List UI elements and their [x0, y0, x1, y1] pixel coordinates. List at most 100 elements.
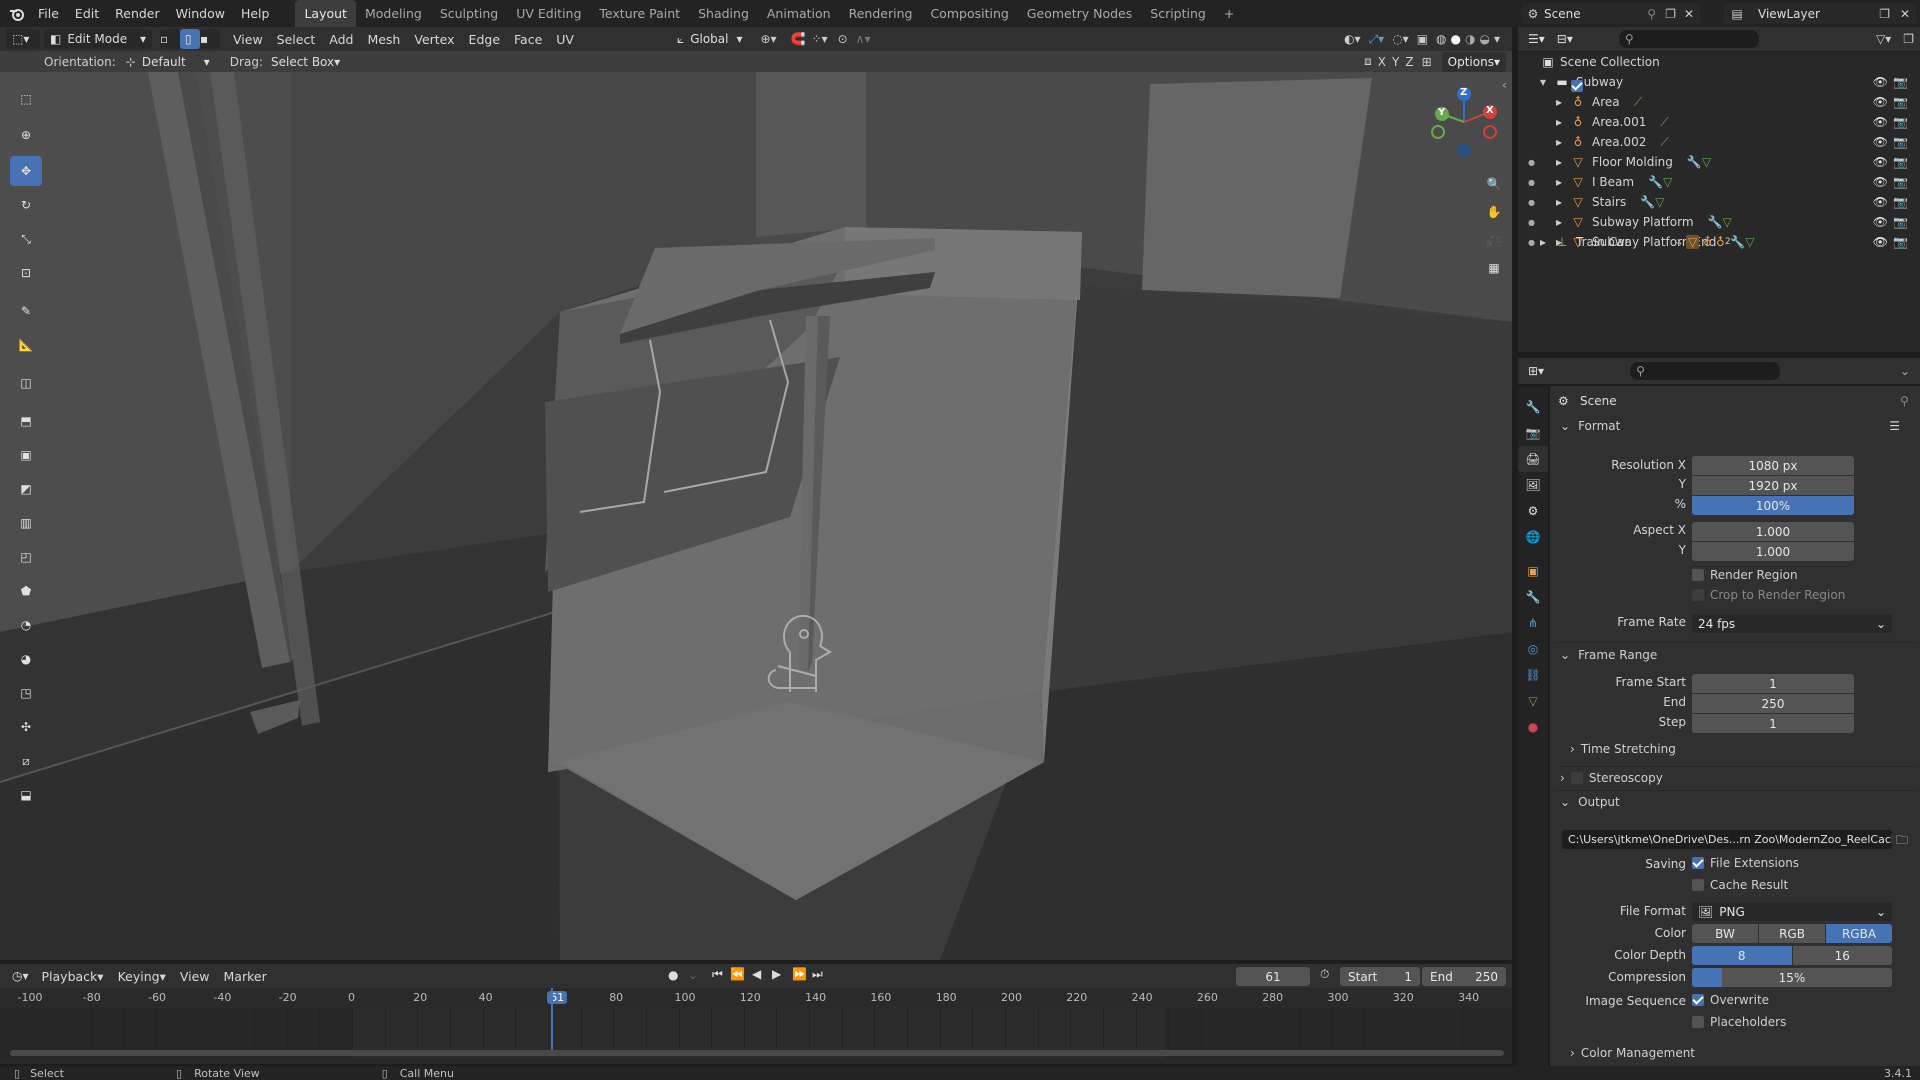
mirror-z[interactable]: Z — [1405, 55, 1413, 69]
jump-end-icon[interactable]: ⏭ — [812, 967, 823, 982]
physics-tab-icon[interactable]: ◎ — [1518, 636, 1548, 662]
scrollbar[interactable] — [10, 1050, 1504, 1056]
blender-logo-icon[interactable] — [4, 6, 30, 22]
falloff-icon[interactable]: ∧▾ — [856, 32, 871, 46]
menu-select[interactable]: Select — [270, 32, 323, 47]
next-keyframe-icon[interactable]: ⏩ — [792, 967, 807, 981]
cache-result-checkbox[interactable]: Cache Result — [1692, 878, 1788, 892]
navigation-gizmo[interactable]: Z X Y — [1428, 86, 1500, 158]
scene-tab-icon[interactable]: ⚙ — [1518, 498, 1548, 524]
expand-arrow-icon[interactable]: ▸ — [1556, 215, 1570, 229]
eye-icon[interactable]: 👁 — [1873, 215, 1888, 229]
mirror-y[interactable]: Y — [1392, 55, 1399, 69]
render-camera-icon[interactable]: 📷 — [1893, 195, 1908, 209]
output-panel-header[interactable]: ⌄ Output — [1556, 790, 1916, 812]
color-rgb-button[interactable]: RGB — [1759, 924, 1825, 943]
eye-icon[interactable]: 👁 — [1873, 75, 1888, 89]
mode-dropdown[interactable]: ◧ Edit Mode ▾ — [44, 29, 152, 49]
rip-tool[interactable]: ⬓ — [10, 780, 42, 810]
perspective-grid-icon[interactable]: ▦ — [1478, 254, 1510, 282]
transform-tool[interactable]: ⊡ — [10, 258, 42, 288]
menu-uv[interactable]: UV — [549, 32, 581, 47]
shear-tool[interactable]: ⧄ — [10, 746, 42, 776]
format-panel-header[interactable]: ⌄ Format ☰ — [1556, 414, 1916, 438]
tab-texture-paint[interactable]: Texture Paint — [590, 0, 689, 27]
select-mode-vertex[interactable]: ▫ — [160, 29, 180, 49]
menu-edge[interactable]: Edge — [462, 32, 507, 47]
add-cube-tool[interactable]: ◫ — [10, 368, 42, 398]
resolution-x-field[interactable]: 1080 px — [1692, 456, 1854, 475]
expand-arrow-icon[interactable]: ▸ — [1556, 155, 1570, 169]
expand-arrow-icon[interactable]: ▾ — [1540, 75, 1554, 89]
frame-rate-dropdown[interactable]: 24 fps ⌄ — [1692, 614, 1892, 633]
placeholders-checkbox[interactable]: Placeholders — [1692, 1015, 1786, 1029]
select-box-tool[interactable]: ⬚ — [10, 84, 42, 114]
stereoscopy-checkbox[interactable] — [1570, 772, 1583, 784]
record-icon[interactable]: ● — [668, 968, 678, 982]
menu-mesh[interactable]: Mesh — [360, 32, 407, 47]
proportional-edit-icon[interactable]: ⊙ — [838, 32, 848, 46]
shading-wireframe-icon[interactable]: ◍ — [1436, 32, 1446, 46]
new-scene-icon[interactable]: ❐ — [1665, 7, 1676, 21]
extrude-tool[interactable]: ⬒ — [10, 406, 42, 436]
shrink-fatten-tool[interactable]: ✣ — [10, 712, 42, 742]
select-mode-edge[interactable]: ▯ — [180, 29, 200, 49]
menu-marker[interactable]: Marker — [217, 969, 274, 984]
snap-icon[interactable]: 🧲 — [791, 32, 806, 46]
stereoscopy-panel-header[interactable]: › Stereoscopy — [1560, 766, 1916, 785]
mirror-x[interactable]: X — [1378, 55, 1386, 69]
smooth-tool[interactable]: ◕ — [10, 644, 42, 674]
expand-arrow-icon[interactable]: ▸ — [1556, 175, 1570, 189]
edge-slide-tool[interactable]: ◳ — [10, 678, 42, 708]
outliner-row-stairs[interactable]: ● ▸ ▽ Stairs 🔧▽ 👁 📷 — [1518, 192, 1920, 212]
render-tab-icon[interactable]: 📷 — [1518, 420, 1548, 446]
drag-dropdown[interactable]: Select Box ▾ — [265, 52, 346, 72]
timeline-track-area[interactable] — [0, 988, 1512, 1058]
close-icon[interactable]: ✕ — [1900, 7, 1910, 21]
render-camera-icon[interactable]: 📷 — [1893, 115, 1908, 129]
tab-compositing[interactable]: Compositing — [921, 0, 1017, 27]
tab-modeling[interactable]: Modeling — [356, 0, 431, 27]
time-stretching-subpanel[interactable]: › Time Stretching — [1570, 742, 1676, 756]
select-mode-face[interactable]: ▪ — [200, 29, 220, 49]
zoom-icon[interactable]: 🔍 — [1478, 170, 1510, 198]
overwrite-checkbox[interactable]: Overwrite — [1692, 993, 1769, 1007]
aspect-x-field[interactable]: 1.000 — [1692, 522, 1854, 541]
shading-material-icon[interactable]: ◑ — [1465, 32, 1475, 46]
object-tab-icon[interactable]: ▣ — [1518, 558, 1548, 584]
expand-arrow-icon[interactable]: ▸ — [1556, 115, 1570, 129]
shading-solid-icon[interactable]: ● — [1451, 32, 1461, 46]
menu-window[interactable]: Window — [168, 0, 233, 27]
sidebar-toggle-icon[interactable]: ‹ — [1502, 78, 1507, 92]
render-camera-icon[interactable]: 📷 — [1893, 155, 1908, 169]
eye-icon[interactable]: 👁 — [1873, 115, 1888, 129]
filter-icon[interactable]: ▽▾ — [1876, 32, 1891, 46]
move-tool[interactable]: ✥ — [10, 156, 42, 186]
scene-selector[interactable]: ⚙ Scene ⚲ ❐ ✕ — [1522, 3, 1700, 24]
play-icon[interactable]: ▶ — [772, 967, 781, 981]
render-camera-icon[interactable]: 📷 — [1893, 75, 1908, 89]
record-options-icon[interactable]: ⌄ — [688, 968, 698, 982]
expand-arrow-icon[interactable]: ▸ — [1556, 195, 1570, 209]
frame-step-field[interactable]: 1 — [1692, 714, 1854, 733]
aspect-y-field[interactable]: 1.000 — [1692, 542, 1854, 561]
poly-build-tool[interactable]: ⬟ — [10, 576, 42, 606]
shading-options-icon[interactable]: ▾ — [1494, 32, 1500, 46]
frame-range-panel-header[interactable]: ⌄ Frame Range — [1556, 642, 1916, 666]
menu-keying[interactable]: Keying▾ — [111, 969, 173, 984]
color-bw-button[interactable]: BW — [1692, 924, 1758, 943]
end-frame-field[interactable]: End 250 — [1422, 967, 1506, 986]
crop-region-checkbox[interactable]: Crop to Render Region — [1692, 588, 1845, 602]
expand-arrow-icon[interactable]: ▸ — [1556, 135, 1570, 149]
tab-uv-editing[interactable]: UV Editing — [507, 0, 590, 27]
tab-scripting[interactable]: Scripting — [1141, 0, 1215, 27]
jump-start-icon[interactable]: ⏮ — [712, 967, 723, 982]
eye-icon[interactable]: 👁 — [1873, 195, 1888, 209]
collection-row-subway[interactable]: ▾ ▬ Subway 👁 📷 — [1518, 72, 1920, 92]
snap-target-icon[interactable]: ⁘▾ — [812, 32, 828, 46]
resolution-pct-field[interactable]: 100% — [1692, 496, 1854, 515]
tab-animation[interactable]: Animation — [758, 0, 840, 27]
frame-start-field[interactable]: 1 — [1692, 674, 1854, 693]
render-region-checkbox[interactable]: Render Region — [1692, 568, 1798, 582]
start-frame-field[interactable]: Start 1 — [1340, 967, 1420, 986]
